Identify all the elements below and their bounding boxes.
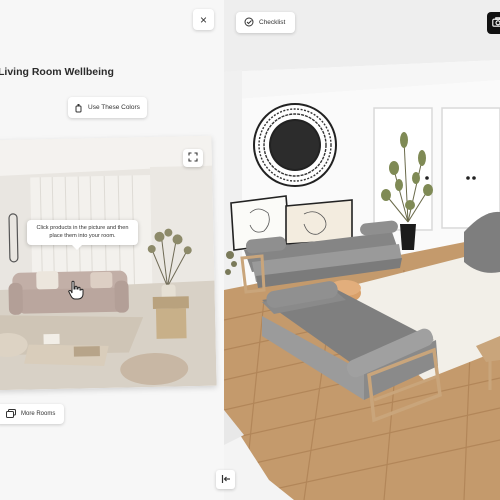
product-hint-tooltip: Click products in the picture and then p…: [27, 220, 138, 250]
side-panel: Living Room Wellbeing Use These Colors C…: [0, 0, 225, 500]
room-inspiration-photo[interactable]: [0, 135, 217, 391]
room-3d-view[interactable]: [224, 0, 500, 500]
room-title: Living Room Wellbeing: [0, 66, 114, 78]
paint-bucket-icon: [74, 103, 84, 113]
use-these-colors-button[interactable]: Use These Colors: [68, 97, 147, 118]
more-rooms-button[interactable]: More Rooms: [0, 404, 65, 424]
camera-button[interactable]: [487, 12, 500, 34]
hand-pointer-icon: [66, 280, 84, 300]
close-panel-button[interactable]: ×: [193, 9, 214, 30]
expand-photo-button[interactable]: [183, 149, 203, 167]
camera-icon: [492, 14, 500, 32]
checklist-label: Checklist: [259, 19, 286, 26]
use-these-colors-label: Use These Colors: [88, 104, 140, 111]
checklist-icon: [244, 17, 254, 29]
gallery-icon: [6, 408, 16, 420]
collapse-panel-button[interactable]: [216, 470, 235, 489]
more-rooms-label: More Rooms: [21, 411, 56, 417]
expand-icon: [188, 149, 198, 167]
checklist-button[interactable]: Checklist: [236, 12, 296, 33]
collapse-panel-icon: [221, 471, 231, 489]
close-icon: ×: [199, 12, 207, 27]
